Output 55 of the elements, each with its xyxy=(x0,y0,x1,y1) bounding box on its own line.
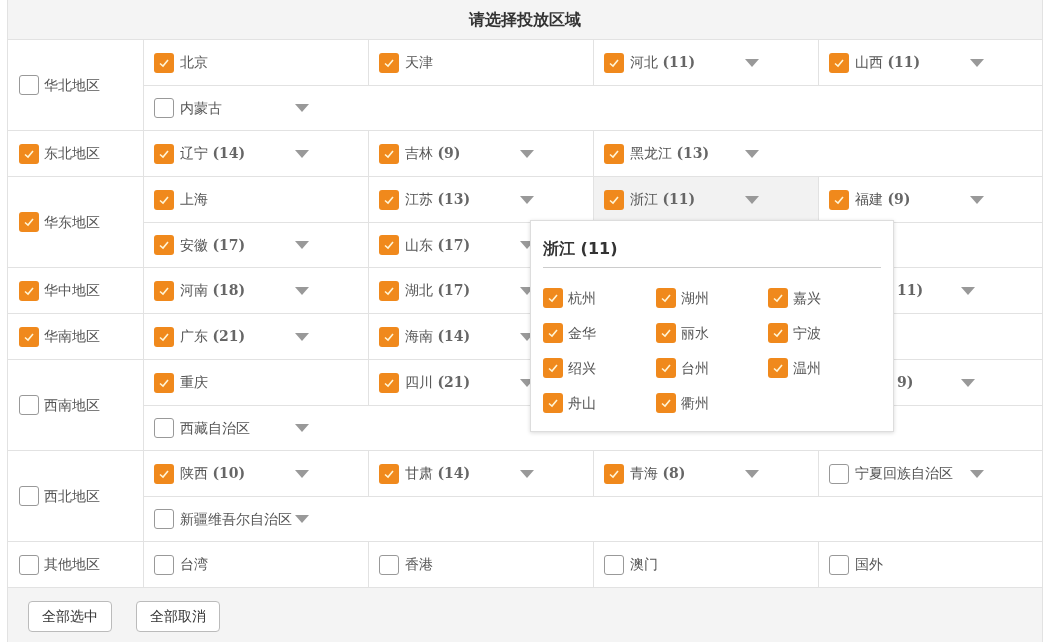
province-label: 山西 (11) xyxy=(855,53,922,72)
region-label: 华中地区 xyxy=(44,281,100,300)
province-label: 黑龙江 (13) xyxy=(630,144,711,163)
city-label: 嘉兴 xyxy=(793,288,822,308)
province-label: 台湾 xyxy=(180,555,209,574)
city-label: 绍兴 xyxy=(568,358,596,378)
province-label: 四川 (21) xyxy=(405,373,472,392)
province-label: 浙江 (11) xyxy=(630,190,697,209)
province-label: 河北 (11) xyxy=(630,53,697,72)
region-label: 华北地区 xyxy=(44,75,100,95)
province-label: 辽宁 (14) xyxy=(180,144,247,163)
region-label: 华南地区 xyxy=(44,327,100,346)
region-label: 西北地区 xyxy=(44,486,100,506)
province-label: 宁夏回族自治区 xyxy=(855,464,954,483)
city-label: 舟山 xyxy=(568,393,596,413)
popup-title: 浙江 (11) xyxy=(543,239,618,258)
province-label: 新疆维吾尔自治区 xyxy=(180,509,292,529)
city-label: 温州 xyxy=(793,358,822,378)
region-label: 西南地区 xyxy=(44,395,100,415)
province-label: 江苏 (13) xyxy=(405,190,472,209)
city-label: 丽水 xyxy=(680,323,709,343)
city-label: 宁波 xyxy=(793,323,822,343)
province-label: 安徽 (17) xyxy=(180,235,247,255)
city-label: 金华 xyxy=(568,323,596,343)
province-label: 青海 (8) xyxy=(630,464,687,483)
province-label: 山东 (17) xyxy=(405,235,472,255)
action-button[interactable]: 全部取消 xyxy=(136,600,220,632)
region-label: 其他地区 xyxy=(44,555,100,574)
province-label: 海南 (14) xyxy=(405,327,472,346)
province-label: 上海 xyxy=(180,190,209,209)
province-label: 福建 (9) xyxy=(855,190,912,209)
province-label: 北京 xyxy=(180,53,209,72)
province-label: 重庆 xyxy=(180,373,209,392)
region-label: 东北地区 xyxy=(44,144,100,163)
city-label: 衢州 xyxy=(680,393,709,413)
city-label: 湖州 xyxy=(680,288,709,308)
province-label: 西藏自治区 xyxy=(180,418,251,438)
province-label: 内蒙古 xyxy=(180,98,223,118)
province-label: 甘肃 (14) xyxy=(405,464,472,483)
province-label: 9) xyxy=(897,373,915,392)
province-label: 湖北 (17) xyxy=(405,281,472,300)
province-label: 吉林 (9) xyxy=(405,144,462,163)
province-label: 天津 xyxy=(405,53,434,72)
region-label: 华东地区 xyxy=(44,212,100,232)
province-label: 河南 (18) xyxy=(180,281,247,300)
city-label: 台州 xyxy=(680,358,709,378)
province-label: 陕西 (10) xyxy=(180,464,247,483)
province-label: 香港 xyxy=(405,555,434,574)
city-label: 杭州 xyxy=(568,288,596,308)
province-label: 广东 (21) xyxy=(180,327,247,346)
province-label: 澳门 xyxy=(630,555,659,574)
province-label: 国外 xyxy=(855,555,884,574)
panel-title: 请选择投放区域 xyxy=(469,8,581,31)
province-label: 11) xyxy=(897,281,925,300)
action-button[interactable]: 全部选中 xyxy=(28,600,112,632)
